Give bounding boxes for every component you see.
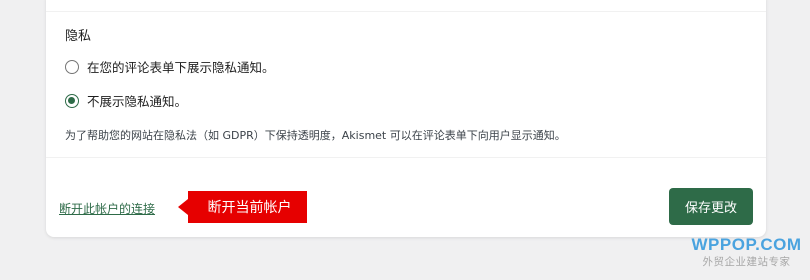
settings-card: 隐私 在您的评论表单下展示隐私通知。 不展示隐私通知。 为了帮助您的网站在隐私法… [46,0,766,237]
top-divider [46,11,766,12]
privacy-option-show-notice[interactable]: 在您的评论表单下展示隐私通知。 [65,57,275,76]
privacy-section-title: 隐私 [65,29,92,44]
privacy-help-text: 为了帮助您的网站在隐私法（如 GDPR）下保持透明度，Akismet 可以在评论… [65,129,566,142]
privacy-option-hide-notice-label: 不展示隐私通知。 [87,94,188,109]
watermark-tagline: 外贸企业建站专家 [702,256,791,268]
callout-arrow-icon [178,199,188,215]
watermark-logo: WPPOP.COM 外贸企业建站专家 [683,235,810,269]
watermark-brand: WPPOP.COM [691,235,802,254]
save-changes-button[interactable]: 保存更改 [669,188,753,225]
footer-divider [46,157,766,158]
radio-checked-icon[interactable] [65,93,79,108]
radio-unchecked-icon[interactable] [65,59,79,74]
privacy-option-hide-notice[interactable]: 不展示隐私通知。 [65,91,187,110]
annotation-callout: 断开当前帐户 [188,191,307,223]
disconnect-account-link[interactable]: 断开此帐户的连接 [59,200,155,217]
privacy-option-show-notice-label: 在您的评论表单下展示隐私通知。 [87,60,275,75]
annotation-callout-label: 断开当前帐户 [207,200,292,216]
